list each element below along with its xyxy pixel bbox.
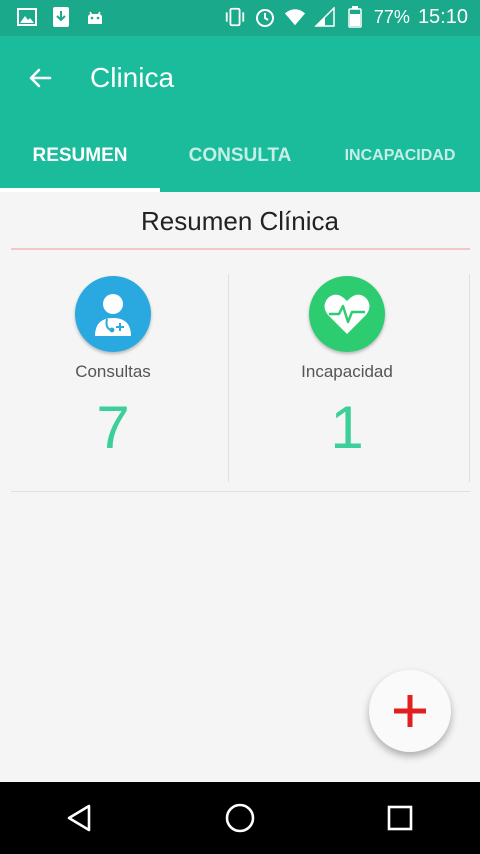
vertical-divider bbox=[469, 274, 470, 482]
tab-incapacidad[interactable]: INCAPACIDAD bbox=[320, 136, 480, 192]
divider bbox=[11, 248, 470, 250]
signal-icon bbox=[314, 6, 336, 28]
triangle-back-icon bbox=[67, 804, 91, 832]
tab-consulta[interactable]: CONSULTA bbox=[160, 136, 320, 192]
nav-recents-button[interactable] bbox=[370, 788, 430, 848]
back-button[interactable] bbox=[20, 58, 60, 98]
download-icon bbox=[50, 6, 72, 28]
vibrate-icon bbox=[224, 6, 246, 28]
heart-pulse-icon bbox=[309, 276, 385, 352]
navigation-bar bbox=[0, 782, 480, 854]
doctor-icon bbox=[75, 276, 151, 352]
square-recents-icon bbox=[387, 805, 413, 831]
plus-icon bbox=[394, 695, 426, 727]
stat-label: Consultas bbox=[75, 362, 151, 381]
stat-card-consultas[interactable]: Consultas 7 bbox=[8, 276, 218, 460]
stat-card-incapacidad[interactable]: Incapacidad 1 bbox=[242, 276, 452, 460]
android-icon bbox=[84, 6, 106, 28]
status-time: 15:10 bbox=[417, 6, 468, 28]
page-title: Clinica bbox=[90, 62, 175, 93]
section-title: Resumen Clínica bbox=[141, 206, 339, 236]
gallery-icon bbox=[16, 6, 38, 28]
divider bbox=[11, 491, 470, 492]
tab-bar: RESUMEN CONSULTA INCAPACIDAD bbox=[0, 136, 480, 192]
circle-home-icon bbox=[225, 803, 255, 833]
app-bar: Clinica RESUMEN CONSULTA INCAPACIDAD bbox=[0, 36, 480, 192]
nav-back-button[interactable] bbox=[50, 788, 110, 848]
wifi-icon bbox=[284, 6, 306, 28]
battery-icon bbox=[344, 6, 366, 28]
add-button[interactable] bbox=[369, 670, 451, 752]
alarm-icon bbox=[254, 6, 276, 28]
stat-count: 1 bbox=[330, 394, 364, 461]
vertical-divider bbox=[228, 274, 229, 482]
battery-percent: 77% bbox=[373, 7, 410, 27]
status-bar: 77% 15:10 bbox=[0, 0, 480, 36]
nav-home-button[interactable] bbox=[210, 788, 270, 848]
tab-resumen[interactable]: RESUMEN bbox=[0, 136, 160, 192]
arrow-back-icon bbox=[29, 68, 52, 88]
stat-label: Incapacidad bbox=[301, 362, 393, 381]
stat-count: 7 bbox=[96, 394, 130, 461]
